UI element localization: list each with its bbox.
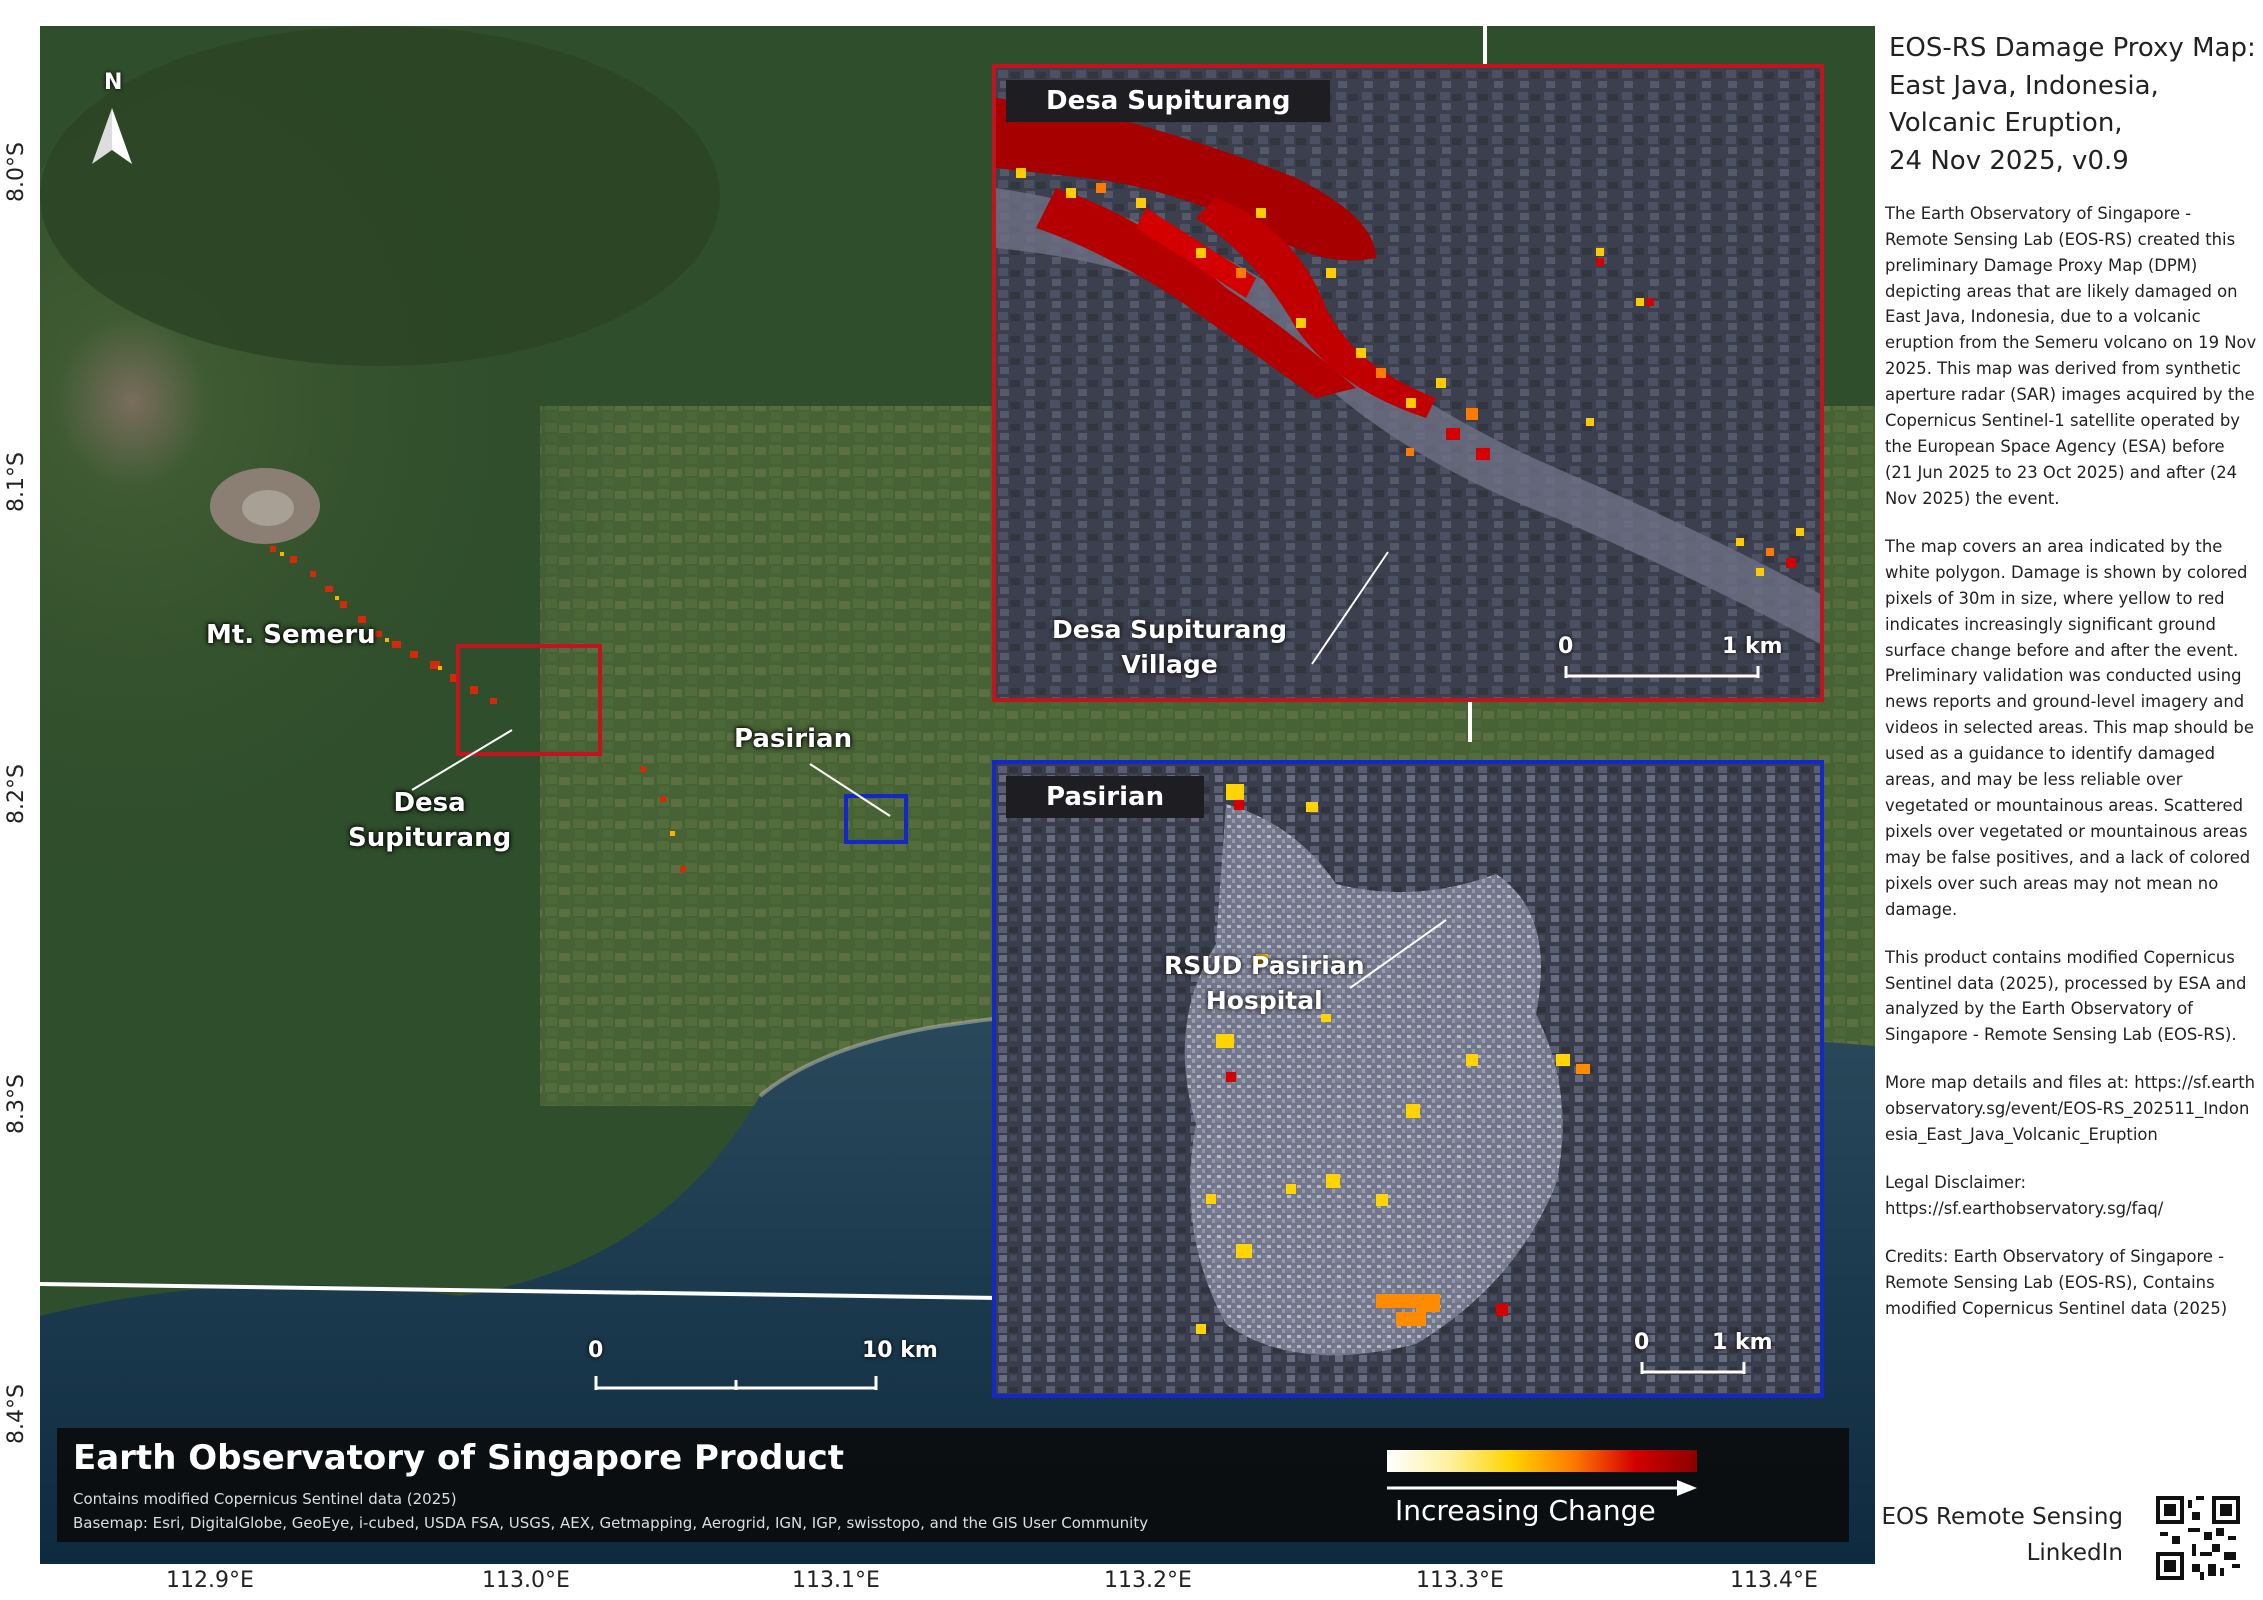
banner-basemap-credit: Basemap: Esri, DigitalGlobe, GeoEye, i-c… xyxy=(73,1514,1149,1532)
north-arrow: N xyxy=(92,70,132,170)
label-desa-line1: Desa xyxy=(393,788,466,818)
brand-line2: LinkedIn xyxy=(2026,1539,2123,1566)
inset-place-label: RSUD Pasirian Hospital xyxy=(1164,948,1365,1018)
label-desa-line2: Supiturang xyxy=(348,823,512,854)
map-title-line: EOS-RS Damage Proxy Map: xyxy=(1889,33,2256,63)
banner-data-credit: Contains modified Copernicus Sentinel da… xyxy=(73,1490,457,1508)
lat-tick: 8.1°S xyxy=(4,452,29,512)
label-semeru: Mt. Semeru xyxy=(206,620,376,650)
disclaimer-link[interactable]: Legal Disclaimer: https://sf.earthobserv… xyxy=(1885,1170,2257,1222)
inset-pasirian-imagery xyxy=(996,764,1820,1394)
inset-label-line2: Hospital xyxy=(1205,986,1323,1015)
lat-tick: 8.2°S xyxy=(4,764,29,824)
inset-scale-end: 1 km xyxy=(1722,634,1783,659)
map-scale-end: 10 km xyxy=(862,1338,938,1363)
map-title-line: East Java, Indonesia, xyxy=(1889,70,2159,101)
lon-tick: 113.2°E xyxy=(1104,1568,1192,1593)
product-banner: Earth Observatory of Singapore Product C… xyxy=(57,1428,1849,1542)
legend-label: Increasing Change xyxy=(1395,1494,1656,1527)
inset-desa-imagery xyxy=(996,68,1820,698)
lat-tick: 8.4°S xyxy=(4,1384,29,1444)
map-title-line: Volcanic Eruption, xyxy=(1889,108,2123,139)
inset-scale-start: 0 xyxy=(1634,1330,1650,1355)
description-paragraph: The Earth Observatory of Singapore - Rem… xyxy=(1885,203,2257,508)
inset-place-label: Desa Supiturang Village xyxy=(1052,612,1287,682)
coverage-paragraph: The map covers an area indicated by the … xyxy=(1885,536,2254,919)
inset-scale-start: 0 xyxy=(1558,634,1574,659)
legend-color-ramp xyxy=(1387,1450,1697,1472)
inset-title: Pasirian xyxy=(1006,776,1205,818)
banner-title: Earth Observatory of Singapore Product xyxy=(73,1438,844,1478)
inset-desa-supiturang[interactable]: Desa Supiturang Desa Supiturang Village … xyxy=(992,64,1824,702)
label-desa-supiturang: Desa Supiturang xyxy=(348,786,511,856)
map-title: EOS-RS Damage Proxy Map: East Java, Indo… xyxy=(1889,30,2257,181)
inset-pasirian[interactable]: Pasirian RSUD Pasirian Hospital 0 1 km xyxy=(992,760,1824,1398)
map-title-line: 24 Nov 2025, v0.9 xyxy=(1889,146,2129,177)
lon-tick: 113.3°E xyxy=(1416,1568,1504,1593)
lon-tick: 112.9°E xyxy=(166,1568,254,1593)
linkedin-brand[interactable]: EOS Remote Sensing LinkedIn xyxy=(1882,1500,2123,1571)
lon-tick: 113.0°E xyxy=(482,1568,570,1593)
lat-tick: 8.0°S xyxy=(4,142,29,202)
data-paragraph: This product contains modified Copernicu… xyxy=(1885,947,2247,1045)
inset-title: Desa Supiturang xyxy=(1006,80,1331,122)
north-arrow-icon xyxy=(92,108,132,164)
map-scale-start: 0 xyxy=(588,1338,604,1363)
lon-tick: 113.1°E xyxy=(792,1568,880,1593)
inset-scale-end: 1 km xyxy=(1712,1330,1773,1355)
inset-label-line1: Desa Supiturang xyxy=(1052,615,1288,644)
lat-tick: 8.3°S xyxy=(4,1074,29,1134)
inset-label-line2: Village xyxy=(1121,650,1218,679)
label-pasirian: Pasirian xyxy=(734,724,853,754)
sidebar: EOS-RS Damage Proxy Map: East Java, Indo… xyxy=(1885,30,2257,1570)
lon-tick: 113.4°E xyxy=(1730,1568,1818,1593)
details-link[interactable]: More map details and files at: https://s… xyxy=(1885,1070,2257,1148)
north-label: N xyxy=(104,70,123,95)
brand-line1: EOS Remote Sensing xyxy=(1881,1504,2123,1530)
qr-code-icon[interactable] xyxy=(2156,1496,2240,1580)
inset-label-line1: RSUD Pasirian xyxy=(1164,951,1365,980)
credits-paragraph: Credits: Earth Observatory of Singapore … xyxy=(1885,1246,2228,1318)
